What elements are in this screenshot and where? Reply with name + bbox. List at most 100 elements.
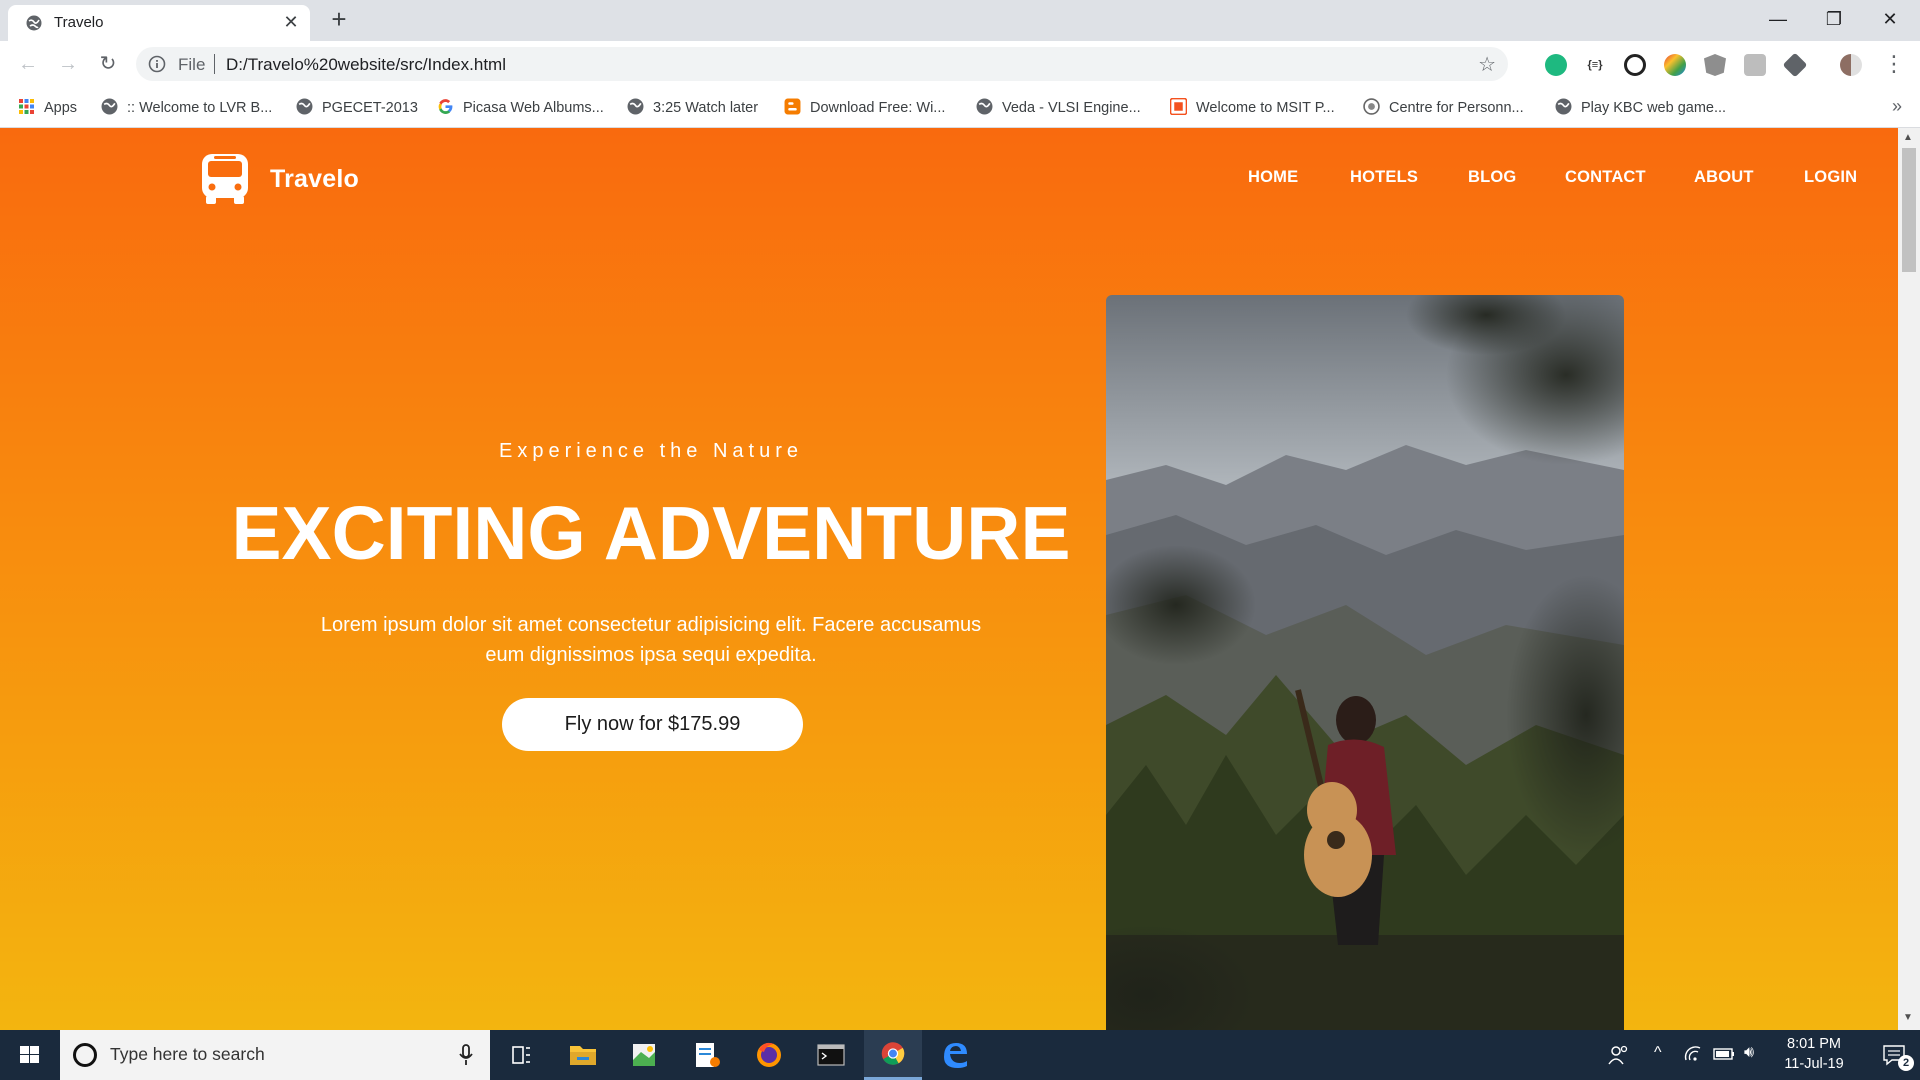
bookmark-item[interactable]: 3:25 Watch later <box>627 96 758 120</box>
paint-app-icon[interactable] <box>616 1030 674 1080</box>
edge-icon[interactable] <box>926 1030 984 1080</box>
taskbar-search-input[interactable]: Type here to search <box>60 1030 490 1080</box>
bookmark-item[interactable]: :: Welcome to LVR B... <box>101 96 272 120</box>
bookmark-item[interactable]: PGECET-2013 <box>296 96 418 120</box>
nav-contact[interactable]: CONTACT <box>1565 168 1646 187</box>
globe-icon <box>627 98 644 115</box>
hero-title: EXCITING ADVENTURE <box>231 491 1071 575</box>
windows-taskbar: Type here to search ^ 🔊︎ 8:01 PM 11-Jul-… <box>0 1030 1920 1080</box>
volume-icon[interactable]: 🔊︎ <box>1744 1044 1754 1062</box>
tab-strip: Travelo ✕ + — ❐ ✕ <box>0 0 1920 41</box>
msit-icon <box>1170 98 1187 115</box>
json-extension-icon[interactable]: {≡} <box>1584 54 1606 76</box>
colorpick-extension-icon[interactable] <box>1664 54 1686 76</box>
info-icon[interactable] <box>148 55 166 73</box>
browser-tab[interactable]: Travelo ✕ <box>8 5 310 41</box>
bookmarks-bar: Apps :: Welcome to LVR B... PGECET-2013 … <box>0 88 1920 128</box>
bookmark-label: Welcome to MSIT P... <box>1196 100 1335 116</box>
nav-blog[interactable]: BLOG <box>1468 168 1516 187</box>
microphone-icon[interactable] <box>458 1043 474 1067</box>
globe-icon <box>976 98 993 115</box>
bus-logo-icon[interactable] <box>198 152 252 206</box>
windows-start-icon[interactable] <box>0 1030 60 1080</box>
scroll-down-icon[interactable]: ▼ <box>1903 1012 1913 1023</box>
bookmark-apps[interactable]: Apps <box>18 96 77 120</box>
grammarly-extension-icon[interactable] <box>1545 54 1567 76</box>
bookmark-item[interactable]: Download Free: Wi... <box>784 96 945 120</box>
blogger-icon <box>784 98 801 115</box>
hero-section: Travelo HOME HOTELS BLOG CONTACT ABOUT L… <box>0 128 1898 1030</box>
bookmark-item[interactable]: Picasa Web Albums... <box>437 96 604 120</box>
action-center-button[interactable]: 2 <box>1866 1030 1920 1080</box>
nav-home[interactable]: HOME <box>1248 168 1298 187</box>
hero-description-line: eum dignissimos ipsa sequi expedita. <box>485 644 817 666</box>
bookmarks-overflow-button[interactable]: » <box>1892 96 1902 117</box>
notification-count-badge: 2 <box>1898 1055 1914 1071</box>
react-extension-icon[interactable] <box>1744 54 1766 76</box>
bookmark-label: :: Welcome to LVR B... <box>127 100 273 116</box>
people-icon[interactable] <box>1608 1044 1630 1066</box>
globe-icon <box>26 15 42 31</box>
scroll-thumb[interactable] <box>1902 148 1916 272</box>
clock-date[interactable]: 11-Jul-19 <box>1776 1056 1852 1072</box>
firefox-icon[interactable] <box>740 1030 798 1080</box>
bookmark-label: 3:25 Watch later <box>653 100 759 116</box>
show-hidden-icons-icon[interactable]: ^ <box>1654 1044 1662 1062</box>
hero-description: Lorem ipsum dolor sit amet consectetur a… <box>280 610 1022 670</box>
wifi-icon[interactable] <box>1684 1044 1704 1064</box>
nav-hotels[interactable]: HOTELS <box>1350 168 1418 187</box>
hero-eyebrow: Experience the Nature <box>498 440 803 462</box>
bookmark-star-icon[interactable]: ☆ <box>1478 52 1496 77</box>
bookmark-item[interactable]: Play KBC web game... <box>1555 96 1726 120</box>
new-tab-button[interactable]: + <box>324 4 354 34</box>
chrome-icon[interactable] <box>864 1030 922 1080</box>
window-close-icon[interactable]: ✕ <box>1862 0 1918 38</box>
hero-photo-hiker-with-guitar <box>1106 295 1624 1030</box>
globe-icon <box>296 98 313 115</box>
brand-name[interactable]: Travelo <box>270 165 359 194</box>
angular-extension-icon[interactable] <box>1704 54 1726 76</box>
bookmark-item[interactable]: Veda - VLSI Engine... <box>976 96 1141 120</box>
restore-icon[interactable]: ❐ <box>1806 0 1862 38</box>
menu-kebab-icon[interactable]: ⋮ <box>1880 50 1908 78</box>
url-text[interactable]: D:/Travelo%20website/src/Index.html <box>226 55 506 75</box>
globe-icon <box>101 98 118 115</box>
fly-now-button[interactable]: Fly now for $175.99 <box>502 698 803 751</box>
layers-extension-icon[interactable] <box>1782 52 1808 78</box>
cortana-icon <box>73 1043 97 1067</box>
nav-about[interactable]: ABOUT <box>1694 168 1754 187</box>
battery-icon[interactable] <box>1712 1044 1736 1064</box>
bookmark-label: Picasa Web Albums... <box>463 100 604 116</box>
back-icon[interactable]: ← <box>14 50 42 78</box>
documents-app-icon[interactable] <box>678 1030 736 1080</box>
reload-icon[interactable]: ↻ <box>94 50 122 78</box>
nav-login[interactable]: LOGIN <box>1804 168 1857 187</box>
address-bar[interactable]: File D:/Travelo%20website/src/Index.html… <box>136 47 1508 81</box>
bookmark-label: Apps <box>44 100 78 116</box>
hero-description-line: Lorem ipsum dolor sit amet consectetur a… <box>320 614 982 636</box>
terminal-icon[interactable] <box>802 1030 860 1080</box>
scroll-up-icon[interactable]: ▲ <box>1903 132 1913 143</box>
apps-grid-icon <box>19 99 34 114</box>
url-scheme-label: File <box>178 55 206 74</box>
bookmark-item[interactable]: Centre for Personn... <box>1363 96 1524 120</box>
google-icon <box>438 99 453 114</box>
file-explorer-icon[interactable] <box>554 1030 612 1080</box>
forward-icon[interactable]: → <box>54 50 82 78</box>
bookmark-label: Veda - VLSI Engine... <box>1002 100 1141 116</box>
task-view-icon[interactable] <box>492 1030 550 1080</box>
bookmark-label: Play KBC web game... <box>1581 100 1727 116</box>
clock-time[interactable]: 8:01 PM <box>1784 1036 1844 1052</box>
tab-close-icon[interactable]: ✕ <box>280 11 302 33</box>
tab-title: Travelo <box>54 14 104 31</box>
globe-icon <box>1555 98 1572 115</box>
page-scrollbar[interactable]: ▲ ▼ <box>1898 128 1920 1030</box>
browser-toolbar: ← → ↻ File D:/Travelo%20website/src/Inde… <box>0 41 1920 88</box>
profile-avatar[interactable] <box>1840 54 1862 76</box>
bookmark-item[interactable]: Welcome to MSIT P... <box>1170 96 1335 120</box>
search-placeholder: Type here to search <box>110 1044 265 1064</box>
wappalyzer-extension-icon[interactable] <box>1624 54 1646 76</box>
minimize-icon[interactable]: — <box>1750 0 1806 38</box>
emblem-icon <box>1363 98 1380 115</box>
bookmark-label: Centre for Personn... <box>1389 100 1524 116</box>
